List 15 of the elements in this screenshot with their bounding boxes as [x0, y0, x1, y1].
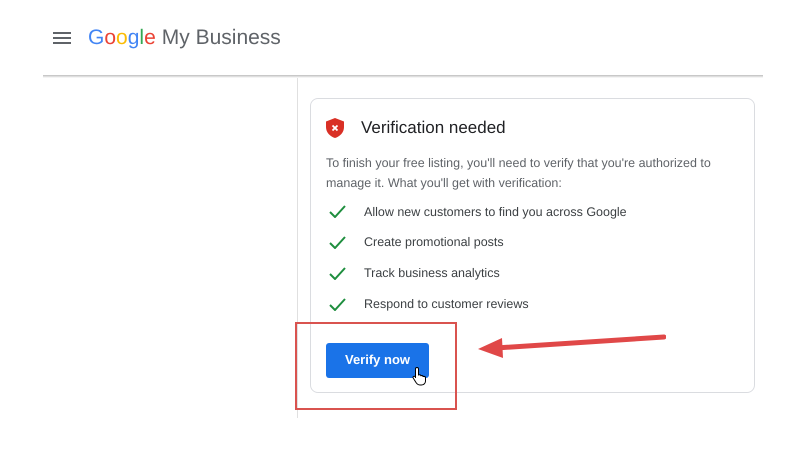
card-title: Verification needed: [361, 117, 506, 139]
menu-icon[interactable]: [53, 32, 71, 44]
check-icon: [329, 266, 346, 280]
benefit-text: Create promotional posts: [364, 234, 504, 252]
check-icon: [329, 205, 346, 218]
check-icon: [329, 298, 346, 311]
benefit-text: Allow new customers to find you across Google: [364, 204, 627, 221]
benefit-text: Track business analytics: [364, 265, 500, 282]
hand-cursor-icon: [412, 366, 428, 386]
shield-error-icon: [326, 118, 344, 138]
app-logo: Google My Business: [88, 24, 281, 51]
verify-button[interactable]: Verify now: [326, 342, 429, 378]
card-description: To finish your free listing, you'll need to verify that you're authorized to manage it. What you'll get with verification:: [326, 154, 712, 192]
check-icon: [329, 236, 346, 250]
benefit-text: Respond to customer reviews: [364, 296, 529, 313]
